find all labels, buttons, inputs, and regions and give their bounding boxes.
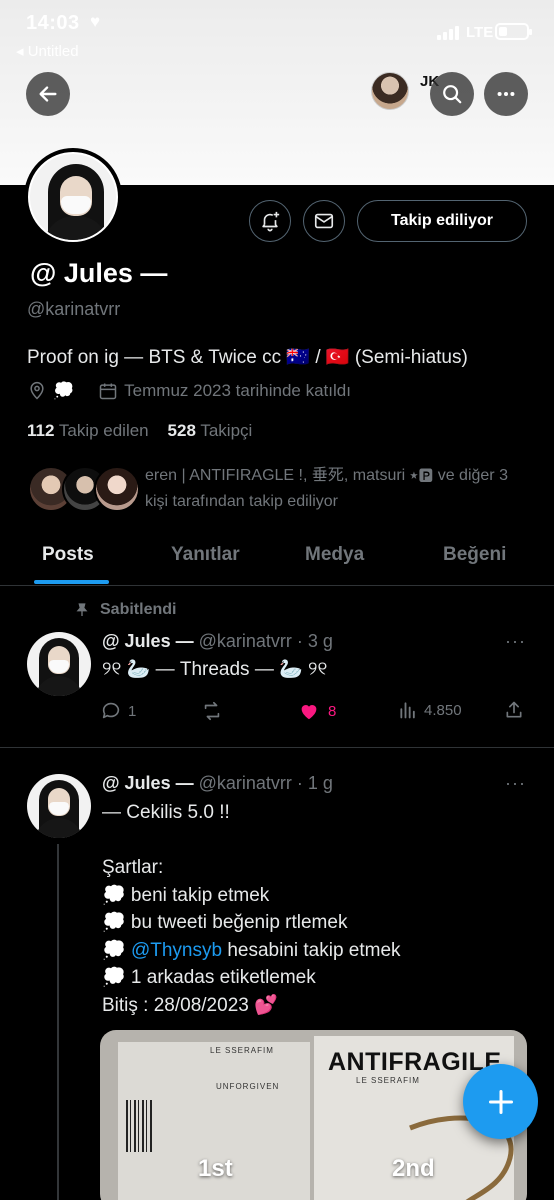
tweet-author-name[interactable]: @ Jules — bbox=[102, 631, 194, 651]
tweet-actions: 1 8 4.850 bbox=[100, 700, 530, 724]
compose-button[interactable] bbox=[463, 1064, 538, 1139]
following-link[interactable]: 112 Takip edilen bbox=[27, 421, 149, 440]
notifications-button[interactable] bbox=[249, 200, 291, 242]
active-tab-indicator bbox=[34, 580, 109, 584]
views-count: 4.850 bbox=[424, 701, 462, 719]
profile-tabs: Posts Yanıtlar Medya Beğeni bbox=[0, 530, 554, 586]
profile-meta: 💭 Temmuz 2023 tarihinde katıldı bbox=[27, 381, 351, 401]
plus-icon bbox=[488, 1089, 513, 1114]
tab-media[interactable]: Medya bbox=[305, 544, 364, 566]
mention-link[interactable]: @Thynsyb bbox=[131, 940, 222, 961]
profile-counts: 112 Takip edilen 528 Takipçi bbox=[27, 421, 252, 441]
tweet-author-meta: @karinatvrr · 3 g bbox=[198, 631, 333, 651]
barcode bbox=[126, 1100, 154, 1152]
tweet-header: @ Jules — @karinatvrr · 1 g bbox=[102, 773, 333, 794]
tweet-line: 💭 bu tweeti beğenip rtlemek bbox=[102, 912, 348, 933]
tweet-more-button[interactable]: ··· bbox=[505, 773, 526, 794]
tweet-line: 💭 beni takip etmek bbox=[102, 884, 270, 906]
media-label-first: 1st bbox=[198, 1155, 233, 1182]
heart-filled-icon bbox=[301, 705, 317, 720]
network-label: LTE bbox=[466, 24, 494, 41]
profile-bio: Proof on ig — BTS & Twice cc 🇦🇺 / 🇹🇷 (Se… bbox=[27, 347, 468, 368]
pin-icon bbox=[76, 603, 88, 616]
tweet-more-button[interactable]: ··· bbox=[505, 631, 526, 652]
tweet-text: — Cekilis 5.0 !! Şartlar: 💭 beni takip e… bbox=[102, 799, 401, 1019]
followers-count: 528 bbox=[167, 421, 196, 440]
following-button[interactable]: Takip ediliyor bbox=[357, 200, 527, 242]
followers-label: Takipçi bbox=[200, 421, 253, 440]
search-button[interactable] bbox=[430, 72, 474, 116]
profile-location: 💭 bbox=[53, 381, 75, 400]
tweet-author-meta: @karinatvrr · 1 g bbox=[198, 773, 333, 793]
status-time: 14:03 bbox=[26, 12, 80, 34]
followers-link[interactable]: 528 Takipçi bbox=[168, 421, 253, 440]
battery-icon bbox=[495, 23, 532, 40]
tweet-line: 💭 @Thynsyb hesabini takip etmek bbox=[102, 937, 401, 965]
tweet-line-prefix: 💭 bbox=[102, 939, 131, 961]
tweet-line: Bitiş : 28/08/2023 💕 bbox=[102, 994, 278, 1016]
tweet-text: ୨୧ 🦢 — Threads — 🦢 ୨୧ bbox=[102, 659, 328, 680]
pinned-label: Sabitlendi bbox=[74, 601, 176, 619]
message-button[interactable] bbox=[303, 200, 345, 242]
tab-likes[interactable]: Beğeni bbox=[443, 544, 506, 566]
signal-icon bbox=[437, 24, 463, 40]
tweet-author-name[interactable]: @ Jules — bbox=[102, 773, 194, 793]
heart-icon: ♥ bbox=[90, 12, 101, 31]
share-button[interactable] bbox=[504, 700, 524, 720]
retweet-button[interactable] bbox=[200, 700, 224, 722]
retweet-icon bbox=[204, 701, 220, 721]
tab-replies[interactable]: Yanıtlar bbox=[171, 544, 240, 566]
tweet-line-suffix: hesabini takip etmek bbox=[222, 939, 401, 961]
album-left-title: LE SSERAFIM bbox=[210, 1046, 274, 1055]
envelope-icon bbox=[314, 213, 334, 229]
viewer-avatar[interactable] bbox=[371, 72, 409, 110]
tweet-line: Şartlar: bbox=[102, 857, 164, 878]
arrow-left-icon bbox=[39, 86, 57, 102]
like-count: 8 bbox=[328, 702, 337, 720]
share-icon bbox=[506, 701, 522, 718]
followed-by-text[interactable]: eren | ANTIFIRAGLE !, 垂死, matsuri ⭑🅿 ve … bbox=[145, 463, 535, 515]
search-icon bbox=[443, 85, 462, 104]
following-label: Takip edilen bbox=[58, 421, 149, 440]
media-label-second: 2nd bbox=[392, 1155, 435, 1182]
profile-display-name: @ Jules — bbox=[30, 258, 168, 288]
back-to-app-link[interactable]: ◂ Untitled bbox=[16, 42, 79, 60]
location-icon bbox=[30, 381, 44, 400]
reply-button[interactable]: 1 bbox=[100, 700, 136, 722]
tweet-divider bbox=[0, 747, 554, 748]
tweet-line: 💭 1 arkadas etiketlemek bbox=[102, 967, 316, 988]
profile-handle: @karinatvrr bbox=[27, 299, 121, 319]
tweet-line: — Cekilis 5.0 !! bbox=[102, 802, 230, 823]
calendar-icon bbox=[99, 383, 117, 400]
bell-plus-icon bbox=[262, 211, 280, 232]
pinned-text: Sabitlendi bbox=[100, 601, 177, 618]
thread-line bbox=[57, 844, 59, 1200]
mutual-followers-avatars[interactable] bbox=[28, 466, 140, 514]
back-button[interactable] bbox=[26, 72, 70, 116]
more-icon bbox=[497, 91, 515, 97]
views-icon bbox=[400, 702, 415, 719]
profile-joined: Temmuz 2023 tarihinde katıldı bbox=[124, 381, 351, 400]
tab-posts[interactable]: Posts bbox=[42, 544, 94, 566]
following-count: 112 bbox=[27, 421, 55, 440]
profile-avatar[interactable] bbox=[24, 148, 122, 246]
album-left-subtitle: UNFORGIVEN bbox=[216, 1082, 280, 1091]
more-options-button[interactable] bbox=[484, 72, 528, 116]
avatar bbox=[94, 466, 140, 512]
reply-icon bbox=[102, 702, 120, 719]
like-button[interactable]: 8 bbox=[298, 700, 336, 722]
tweet-avatar[interactable] bbox=[27, 632, 91, 696]
views-button[interactable]: 4.850 bbox=[398, 700, 462, 720]
album-right-subtitle: LE SSERAFIM bbox=[356, 1076, 420, 1085]
tweet-avatar[interactable] bbox=[27, 774, 91, 838]
status-bar: 14:03 ♥ ◂ Untitled LTE bbox=[0, 0, 554, 70]
tweet-header: @ Jules — @karinatvrr · 3 g bbox=[102, 631, 333, 652]
tweet-media[interactable]: LE SSERAFIM UNFORGIVEN ANTIFRAGILE LE SS… bbox=[100, 1030, 527, 1200]
reply-count: 1 bbox=[128, 702, 137, 720]
